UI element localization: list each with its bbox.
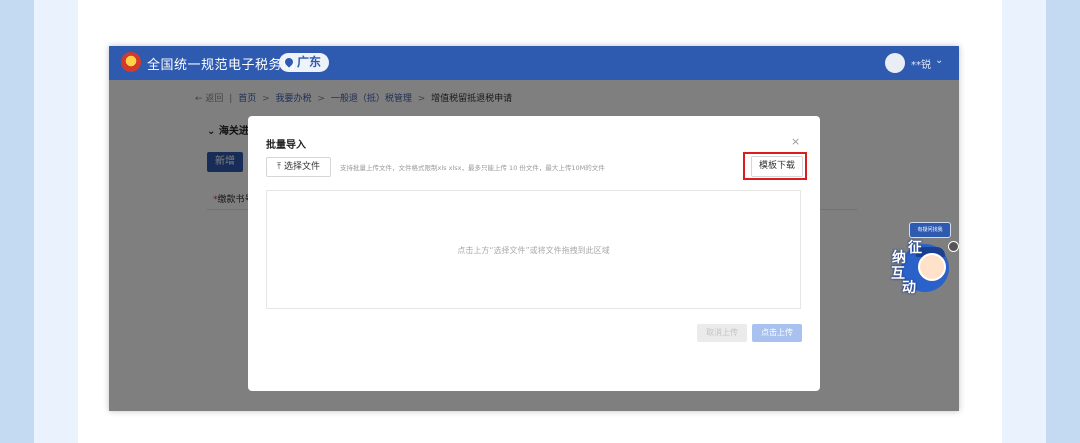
mascot-widget[interactable]: 征 纳 互 动 (889, 240, 959, 299)
select-file-label: 选择文件 (283, 162, 320, 172)
region-switcher[interactable]: 广东 (279, 53, 330, 72)
avatar-icon[interactable] (885, 53, 905, 73)
file-drop-zone[interactable]: 点击上方“选择文件”或将文件拖拽到此区域 (266, 190, 801, 309)
dialog-title: 批量导入 (266, 140, 306, 151)
right-border-stripe (1046, 0, 1080, 443)
upload-tip: 支持批量上传文件，文件格式限制xls xlsx，最多只能上传 10 份文件，最大… (340, 164, 605, 172)
template-download-button[interactable]: 模板下载 (751, 156, 803, 177)
mascot-char: 征 (908, 240, 922, 256)
drop-hint: 点击上方“选择文件”或将文件拖拽到此区域 (457, 246, 610, 255)
region-label: 广东 (297, 55, 322, 69)
mascot-char: 动 (902, 280, 916, 296)
mascot-face-icon (918, 253, 946, 281)
location-pin-icon (283, 56, 295, 68)
left-border-stripe (0, 0, 34, 443)
chevron-down-icon[interactable]: ⌄ (935, 55, 943, 66)
select-file-button[interactable]: ⤒ 选择文件 (266, 157, 331, 177)
right-inner-stripe (1002, 0, 1046, 443)
batch-import-dialog: 批量导入 × ⤒ 选择文件 支持批量上传文件，文件格式限制xls xlsx，最多只… (248, 116, 820, 391)
minimize-icon[interactable] (948, 241, 959, 252)
site-title[interactable]: 全国统一规范电子税务局 (147, 54, 296, 73)
click-upload-button[interactable]: 点击上传 (752, 324, 802, 342)
help-bubble[interactable]: 有疑问找我 (909, 222, 951, 238)
national-emblem-icon (121, 52, 141, 72)
upload-icon: ⤒ (277, 162, 281, 172)
top-navigation-bar: 全国统一规范电子税务局 广东 **锐 ⌄ (109, 46, 959, 80)
left-inner-stripe (34, 0, 78, 443)
cancel-upload-button[interactable]: 取消上传 (697, 324, 747, 342)
close-icon[interactable]: × (791, 135, 800, 148)
user-name[interactable]: **锐 (911, 56, 931, 71)
